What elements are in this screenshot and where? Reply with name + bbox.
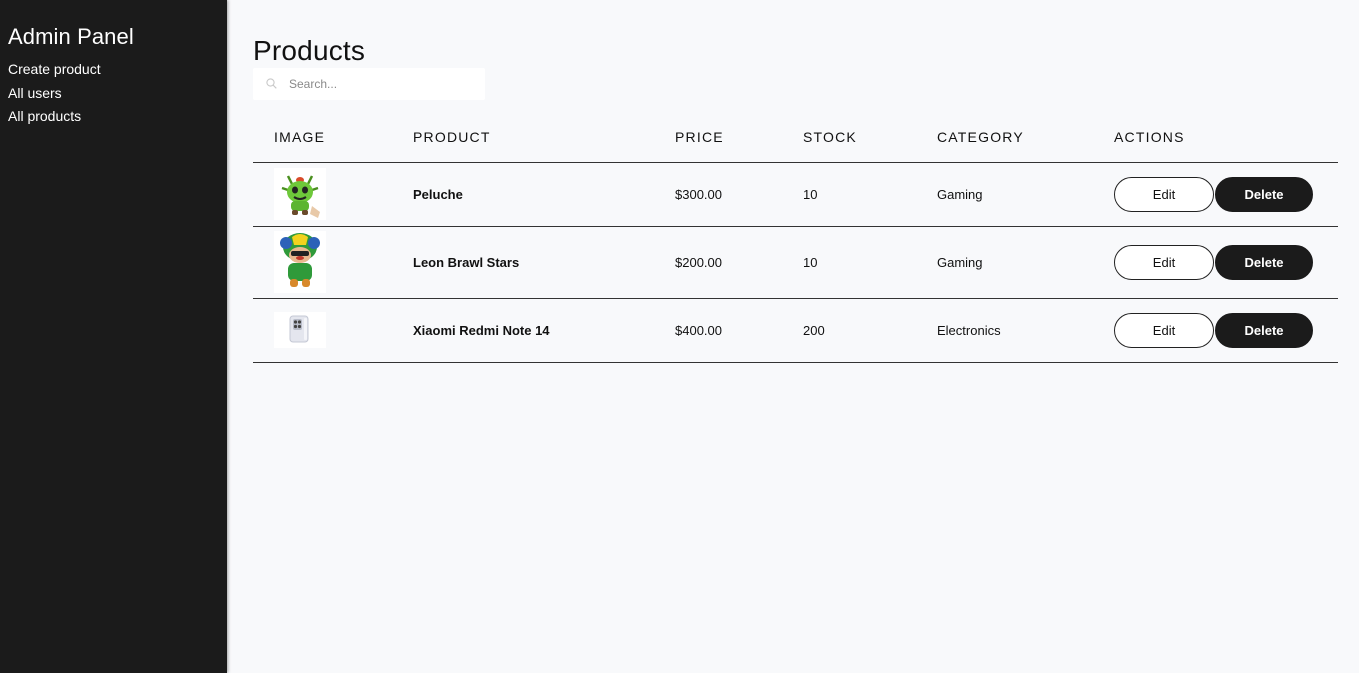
product-price: $200.00 xyxy=(675,226,803,299)
sidebar-title: Admin Panel xyxy=(8,24,134,49)
product-stock: 10 xyxy=(803,162,937,227)
product-image-cell xyxy=(253,298,413,363)
product-category: Electronics xyxy=(937,298,1114,363)
column-header-actions: ACTIONS xyxy=(1114,112,1338,163)
products-table: IMAGE PRODUCT PRICE STOCK CATEGORY ACTIO… xyxy=(253,112,1338,363)
column-header-product: PRODUCT xyxy=(413,112,675,163)
delete-button[interactable]: Delete xyxy=(1215,176,1313,212)
spike-plush-thumbnail xyxy=(274,168,326,220)
product-price: $400.00 xyxy=(675,298,803,363)
product-image-cell xyxy=(253,162,413,227)
table-row: Leon Brawl Stars $200.00 10 Gaming Edit D… xyxy=(253,226,1338,299)
product-stock: 10 xyxy=(803,226,937,299)
product-price: $300.00 xyxy=(675,162,803,227)
delete-button[interactable]: Delete xyxy=(1215,312,1313,348)
column-header-price: PRICE xyxy=(675,112,803,163)
product-name: Leon Brawl Stars xyxy=(413,254,520,270)
product-category: Gaming xyxy=(937,226,1114,299)
table-row: Peluche $300.00 10 Gaming Edit Delete xyxy=(253,162,1338,227)
actions-cell: Edit Delete xyxy=(1114,226,1338,299)
edit-button[interactable]: Edit xyxy=(1114,244,1214,280)
table-header-row: IMAGE PRODUCT PRICE STOCK CATEGORY ACTIO… xyxy=(253,112,1338,163)
edit-button[interactable]: Edit xyxy=(1114,312,1214,348)
product-stock: 200 xyxy=(803,298,937,363)
sidebar-item-create-product[interactable]: Create product xyxy=(8,58,219,82)
column-header-stock: STOCK xyxy=(803,112,937,163)
product-image-cell xyxy=(253,226,413,299)
sidebar-item-all-products[interactable]: All products xyxy=(8,105,219,129)
actions-cell: Edit Delete xyxy=(1114,162,1338,227)
search-icon xyxy=(266,78,277,89)
sidebar: Admin Panel Create product All users All… xyxy=(0,0,227,673)
product-name: Xiaomi Redmi Note 14 xyxy=(413,322,550,338)
delete-button[interactable]: Delete xyxy=(1215,244,1313,280)
sidebar-item-all-users[interactable]: All users xyxy=(8,82,219,106)
phone-thumbnail xyxy=(274,312,326,348)
edit-button[interactable]: Edit xyxy=(1114,176,1214,212)
table-row: Xiaomi Redmi Note 14 $400.00 200 Electro… xyxy=(253,298,1338,363)
search-box[interactable] xyxy=(253,68,485,100)
product-category: Gaming xyxy=(937,162,1114,227)
actions-cell: Edit Delete xyxy=(1114,298,1338,363)
search-input[interactable] xyxy=(289,68,479,100)
page-title: Products xyxy=(253,35,366,66)
leon-plush-thumbnail xyxy=(274,231,326,293)
column-header-category: CATEGORY xyxy=(937,112,1114,163)
column-header-image: IMAGE xyxy=(253,112,413,163)
product-name: Peluche xyxy=(413,186,463,202)
